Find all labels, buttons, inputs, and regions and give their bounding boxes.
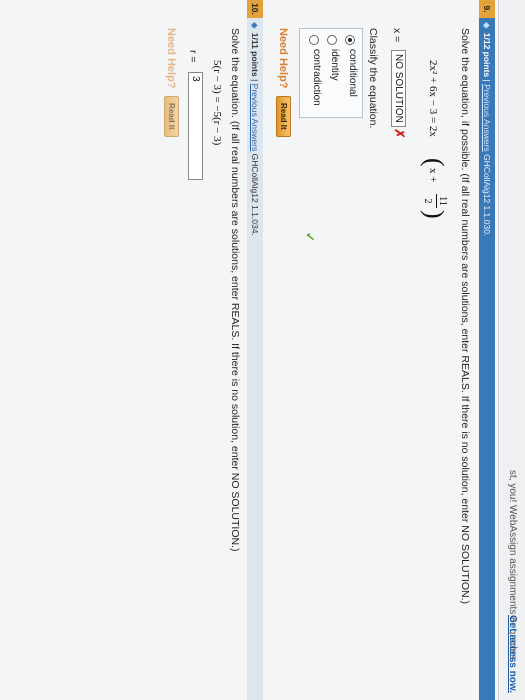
q9-previous-answers-link[interactable]: Previous Answers bbox=[482, 84, 492, 152]
q10-answer-label: r = bbox=[187, 50, 199, 63]
q9-need-help: Need Help? bbox=[277, 28, 289, 89]
q10-expand-icon[interactable]: ◆ bbox=[247, 20, 263, 30]
q9-header: 9. ◆ 1/12 points | Previous Answers GHCo… bbox=[479, 0, 495, 700]
radio-contradiction[interactable] bbox=[309, 35, 319, 45]
q9-choices-box: conditional identity contradiction bbox=[299, 28, 363, 118]
q10-read-it-button[interactable]: Read It bbox=[164, 96, 179, 137]
q10-instruction: Solve the equation. (If all real numbers… bbox=[229, 28, 241, 552]
q10-number: 10. bbox=[247, 0, 263, 18]
q10-need-help: Need Help? bbox=[165, 28, 177, 89]
q10-points: 1/11 points bbox=[250, 32, 260, 77]
q10-header: 10. ◆ 1/11 points | Previous Answers GHC… bbox=[247, 0, 263, 700]
photo-background: hp a W st, you! WebAssign assignments or… bbox=[0, 0, 525, 700]
q9-paren-open: ( bbox=[420, 158, 449, 167]
choice-label-identity: identity bbox=[329, 49, 340, 81]
access-banner: st, you! WebAssign assignments or grades… bbox=[498, 0, 525, 700]
get-access-link[interactable]: Get access now. bbox=[507, 615, 518, 693]
q9-wrong-icon: ✗ bbox=[392, 128, 407, 139]
q9-answer-label: x = bbox=[391, 28, 403, 43]
q9-correct-icon: ✓ bbox=[303, 232, 317, 243]
q9-separator: | bbox=[482, 79, 492, 82]
radio-identity[interactable] bbox=[327, 35, 337, 45]
q9-equation-inner: x + bbox=[427, 168, 439, 183]
q9-answer-input[interactable]: NO SOLUTION bbox=[391, 50, 406, 127]
q9-read-it-button[interactable]: Read It bbox=[276, 96, 291, 137]
q9-expand-icon[interactable]: ◆ bbox=[479, 20, 495, 30]
q9-number: 9. bbox=[479, 0, 495, 18]
webassign-screen: st, you! WebAssign assignments or grades… bbox=[0, 0, 525, 700]
q9-points: 1/12 points bbox=[482, 32, 492, 78]
q9-equation: 2x² + 6x − 3 = 2x ( x + 11 2 ) bbox=[411, 60, 451, 460]
q9-frac-denominator: 2 bbox=[422, 198, 433, 204]
choice-label-conditional: conditional bbox=[347, 49, 358, 97]
q9-code: GHCollAlg12 1.1.030. bbox=[482, 154, 492, 237]
q9-equation-lhs: 2x² + 6x − 3 = 2x bbox=[427, 60, 439, 137]
q10-separator: | bbox=[250, 79, 260, 82]
q9-instruction: Solve the equation, if possible. (If all… bbox=[459, 28, 471, 605]
q10-code: GHCollAlg12 1.1.034. bbox=[250, 153, 260, 236]
q10-answer-input[interactable]: 3 bbox=[188, 72, 203, 180]
q10-equation: 5(r − 3) = −5(r − 3) bbox=[211, 60, 223, 146]
choice-label-contradiction: contradiction bbox=[311, 49, 322, 106]
radio-conditional[interactable] bbox=[345, 35, 355, 45]
q9-paren-close: ) bbox=[420, 210, 449, 219]
q10-previous-answers-link[interactable]: Previous Answers bbox=[250, 84, 260, 152]
q9-classify-label: Classify the equation. bbox=[367, 28, 379, 129]
q9-frac-numerator: 11 bbox=[436, 194, 448, 208]
